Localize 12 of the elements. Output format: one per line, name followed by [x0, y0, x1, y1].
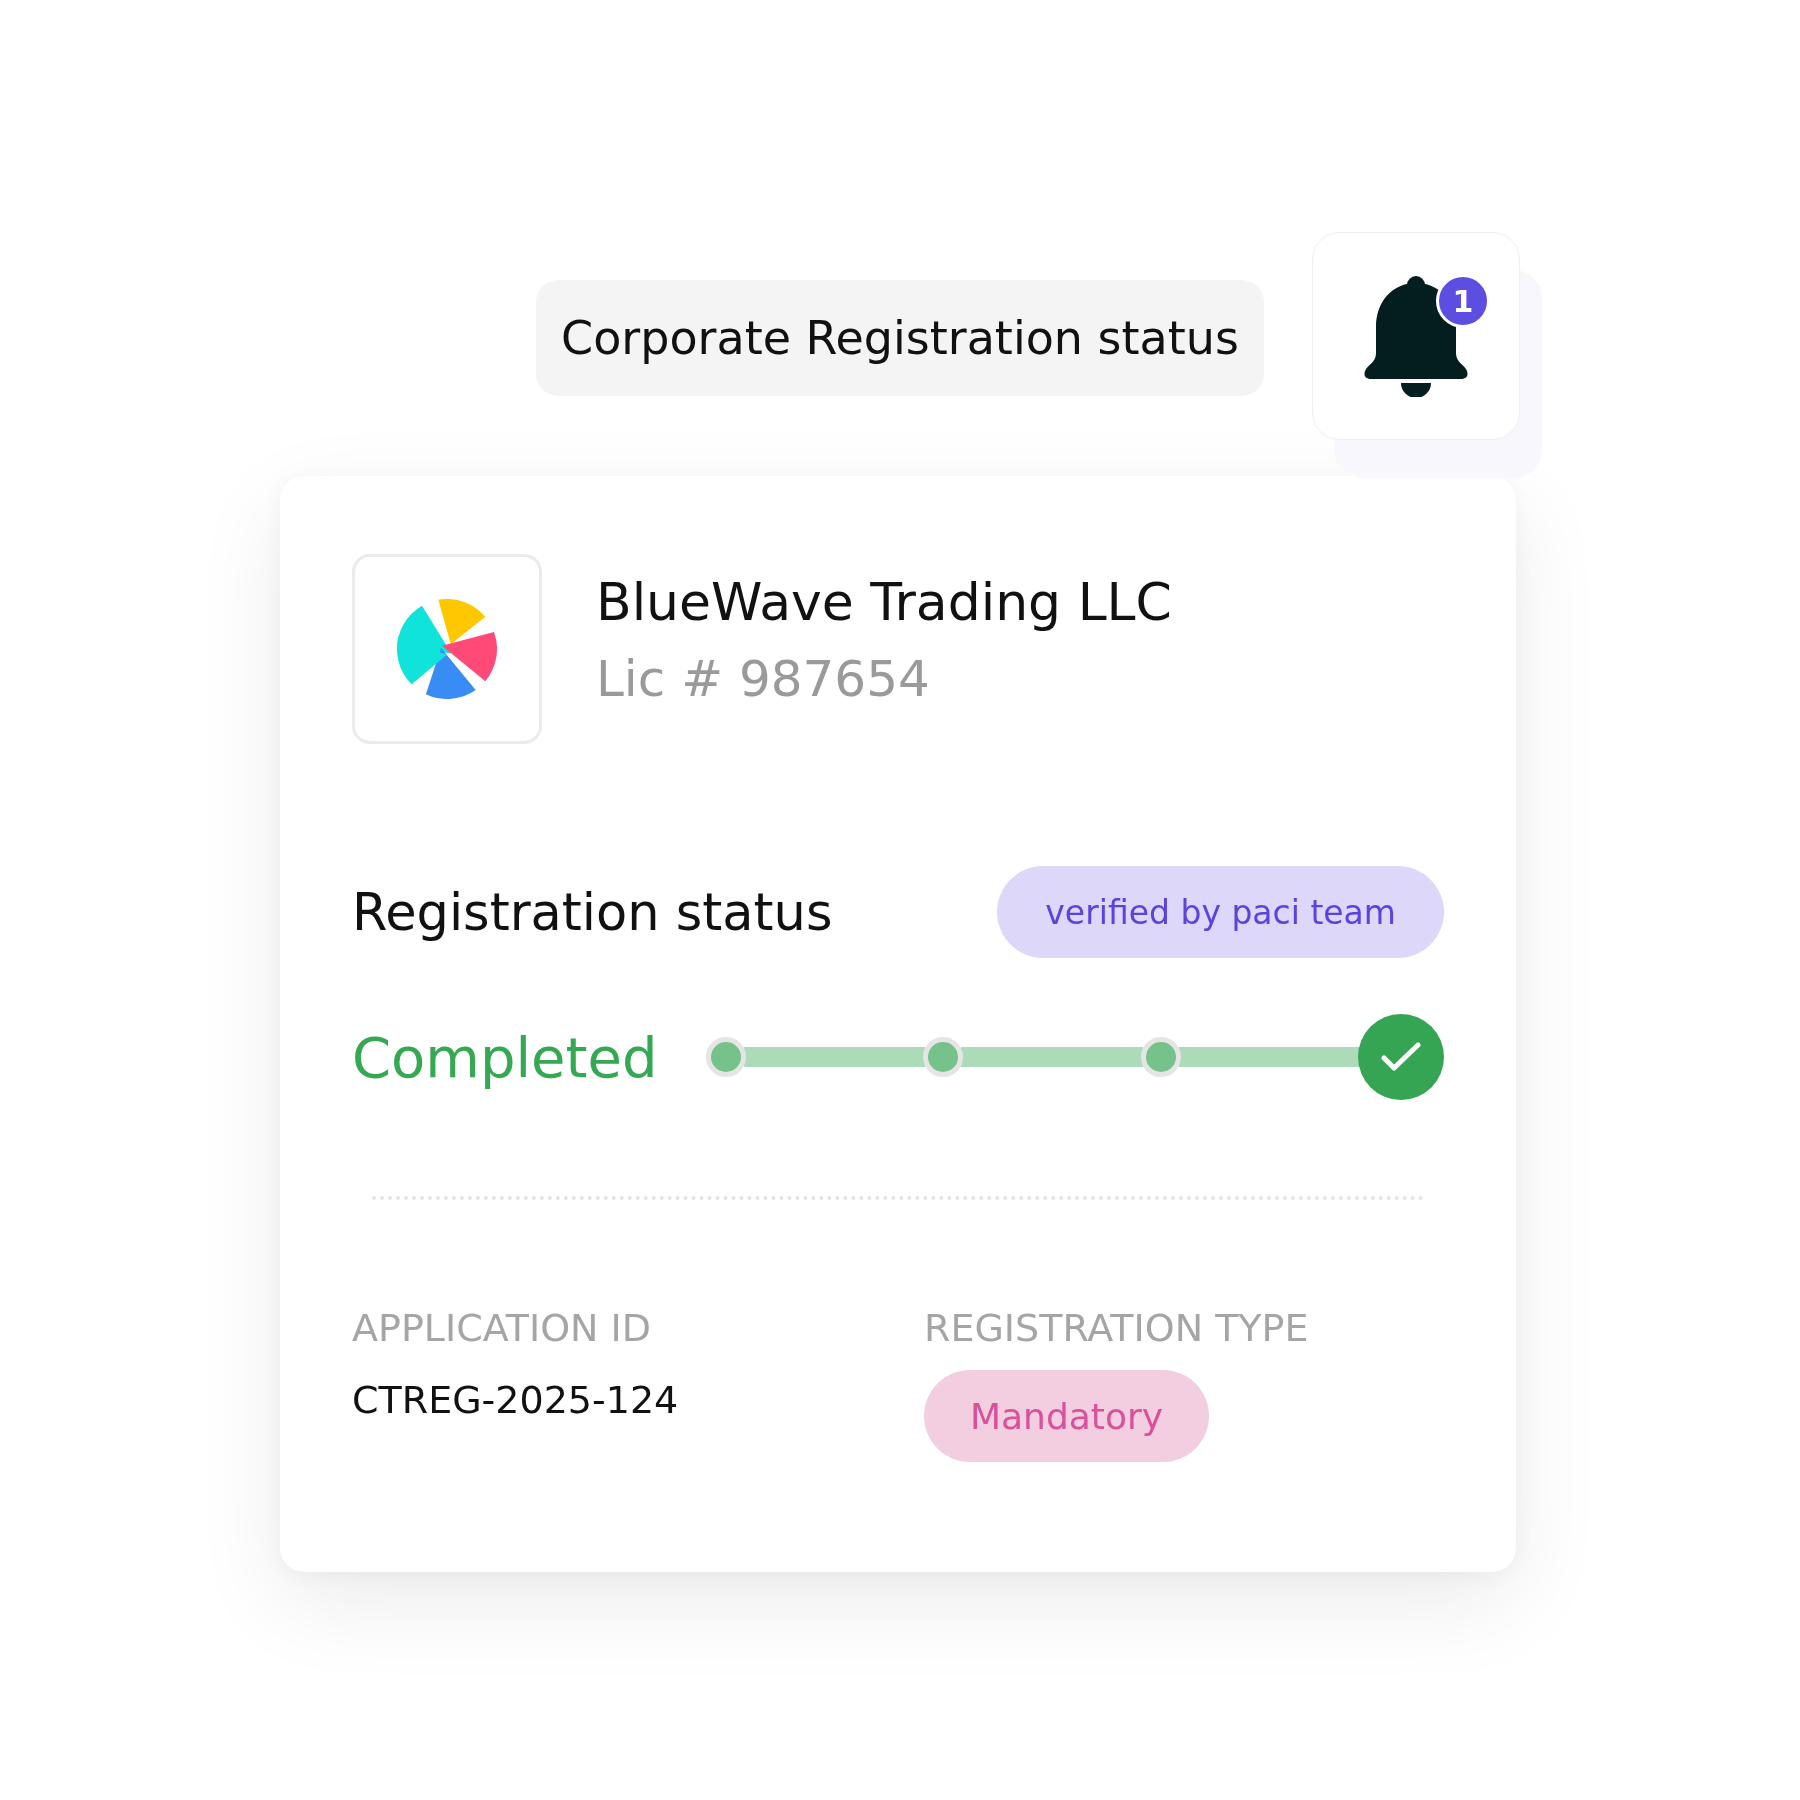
field-value: CTREG-2025-124: [352, 1378, 680, 1422]
license-number: Lic # 987654: [596, 650, 931, 708]
field-label: APPLICATION ID: [352, 1306, 653, 1350]
field-label: REGISTRATION TYPE: [924, 1306, 1310, 1350]
company-name: BlueWave Trading LLC: [596, 572, 1172, 632]
type-tag: Mandatory: [924, 1370, 1210, 1462]
flower-logo-icon: [397, 599, 497, 699]
notification-button[interactable]: [1312, 232, 1520, 440]
section-heading: Registration status: [352, 882, 833, 942]
status-text: Completed: [352, 1024, 659, 1090]
verified-badge: verified by paci team: [997, 866, 1444, 958]
page-title: Corporate Registration status: [536, 280, 1264, 396]
